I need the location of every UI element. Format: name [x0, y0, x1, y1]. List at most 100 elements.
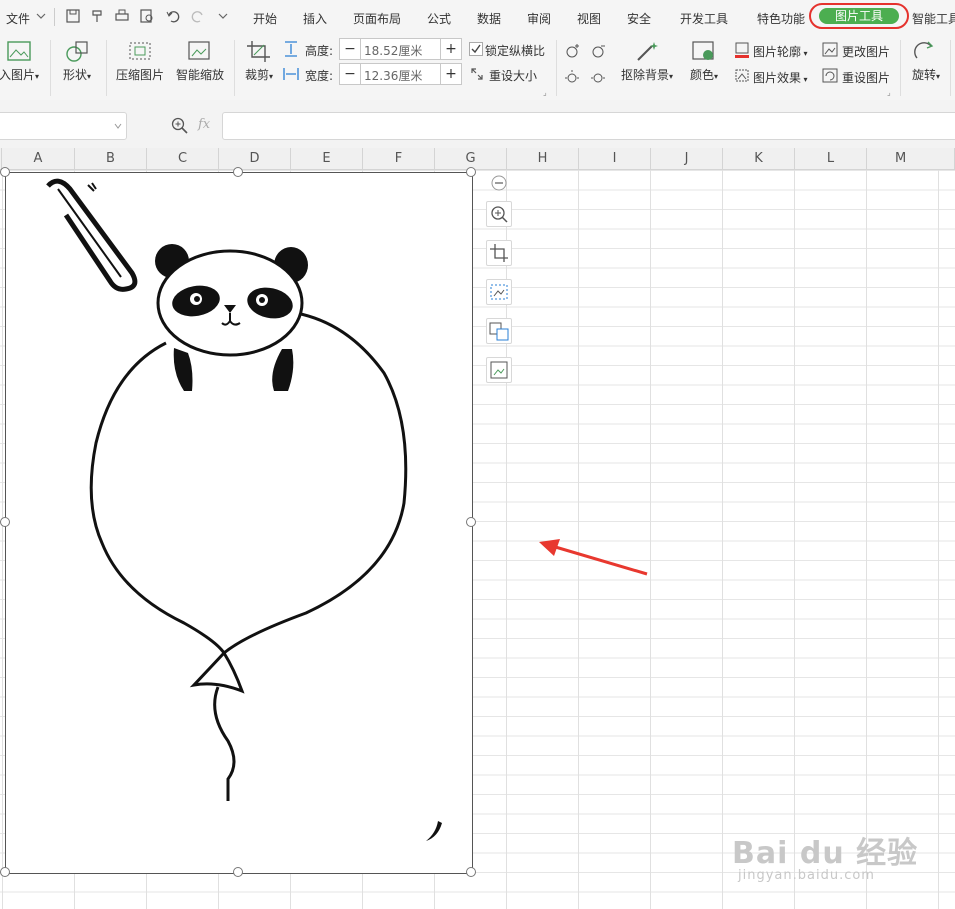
tab-data[interactable]: 数据	[477, 10, 501, 27]
side-convert-button[interactable]	[486, 318, 512, 344]
contrast-up-icon[interactable]	[564, 69, 580, 85]
picture-effect-button[interactable]: 图片效果 ▾	[753, 69, 808, 86]
watermark-main: Bai du 经验	[732, 836, 919, 871]
picture-dialog-launcher-icon[interactable]: ⌟	[887, 88, 891, 97]
resize-handle-bottom-left[interactable]	[0, 867, 10, 877]
fx-icon[interactable]: fx	[198, 117, 210, 132]
column-header-h[interactable]: H	[507, 148, 579, 170]
tab-security[interactable]: 安全	[627, 10, 651, 27]
column-header-m[interactable]: M	[867, 148, 955, 170]
change-picture-icon	[822, 42, 838, 57]
height-stepper[interactable]: − 18.52厘米 +	[339, 38, 462, 60]
chevron-down-icon[interactable]	[36, 12, 46, 20]
print-icon[interactable]	[115, 9, 129, 23]
corner-mark	[426, 821, 442, 841]
resize-handle-top-right[interactable]	[466, 167, 476, 177]
shape-label: 形状	[62, 68, 87, 82]
zoom-search-icon[interactable]	[171, 117, 189, 135]
format-painter-icon[interactable]	[90, 9, 104, 23]
height-increase-button[interactable]: +	[440, 39, 461, 59]
column-header-d[interactable]: D	[219, 148, 291, 170]
insert-picture-button[interactable]: 入图片▾	[0, 40, 44, 83]
rotate-label: 旋转	[911, 68, 936, 82]
resize-handle-top[interactable]	[233, 167, 243, 177]
balloon-knot	[189, 650, 245, 694]
side-zoom-button[interactable]	[486, 201, 512, 227]
width-value[interactable]: 12.36厘米	[364, 67, 422, 84]
compress-picture-button[interactable]: 压缩图片	[114, 40, 166, 83]
brightness-down-icon[interactable]	[590, 43, 606, 59]
image-replace-icon	[490, 361, 508, 379]
customize-chevron-icon[interactable]	[218, 12, 228, 20]
name-box[interactable]	[0, 112, 127, 140]
height-decrease-button[interactable]: −	[340, 39, 361, 59]
crop-icon	[247, 41, 270, 62]
resize-handle-right[interactable]	[466, 517, 476, 527]
column-header-f[interactable]: F	[363, 148, 435, 170]
shape-button[interactable]: 形状▾	[56, 40, 98, 83]
selected-picture[interactable]	[5, 172, 473, 874]
crop-button[interactable]: 裁剪▾	[240, 40, 278, 83]
width-increase-button[interactable]: +	[440, 64, 461, 84]
column-header-b[interactable]: B	[75, 148, 147, 170]
formula-input[interactable]	[222, 112, 955, 140]
tab-review[interactable]: 审阅	[527, 10, 551, 27]
picture-outline-button[interactable]: 图片轮廓 ▾	[753, 43, 808, 60]
smart-zoom-button[interactable]: 智能缩放	[174, 40, 226, 83]
brightness-up-icon[interactable]	[564, 43, 580, 59]
remove-bg-label: 抠除背景	[620, 68, 669, 82]
resize-handle-left[interactable]	[0, 517, 10, 527]
rotate-button[interactable]: 旋转▾	[906, 40, 946, 83]
smart-zoom-icon	[188, 41, 210, 60]
crop-label: 裁剪	[244, 68, 269, 82]
tab-page-layout[interactable]: 页面布局	[353, 10, 401, 27]
side-crop-button[interactable]	[486, 240, 512, 266]
lock-ratio-checkbox[interactable]	[469, 42, 483, 56]
smart-zoom-label: 智能缩放	[175, 68, 224, 82]
reset-size-button[interactable]: 重设大小	[489, 67, 537, 84]
redo-icon[interactable]	[191, 9, 205, 23]
column-header-l[interactable]: L	[795, 148, 867, 170]
file-menu[interactable]: 文件	[6, 10, 30, 27]
checkmark-icon	[471, 44, 481, 54]
height-value[interactable]: 18.52厘米	[364, 42, 422, 59]
contrast-down-icon[interactable]	[590, 69, 606, 85]
column-header-e[interactable]: E	[291, 148, 363, 170]
width-stepper[interactable]: − 12.36厘米 +	[339, 63, 462, 85]
column-header-k[interactable]: K	[723, 148, 795, 170]
undo-icon[interactable]	[166, 9, 180, 23]
save-icon[interactable]	[66, 9, 80, 23]
tab-formula[interactable]: 公式	[427, 10, 451, 27]
tab-insert[interactable]: 插入	[303, 10, 327, 27]
side-select-button[interactable]	[486, 279, 512, 305]
resize-handle-bottom[interactable]	[233, 867, 243, 877]
crop-icon	[490, 244, 508, 262]
resize-handle-top-left[interactable]	[0, 167, 10, 177]
reset-picture-button[interactable]: 重设图片	[842, 69, 890, 86]
collapse-toolbar-icon[interactable]	[491, 175, 507, 191]
resize-handle-bottom-right[interactable]	[466, 867, 476, 877]
print-preview-icon[interactable]	[140, 9, 154, 23]
annotation-arrow-icon	[539, 539, 648, 576]
tab-view[interactable]: 视图	[577, 10, 601, 27]
column-header-c[interactable]: C	[147, 148, 219, 170]
tab-home[interactable]: 开始	[253, 10, 277, 27]
reset-size-icon	[471, 68, 483, 80]
column-header-j[interactable]: J	[651, 148, 723, 170]
remove-background-button[interactable]: 抠除背景▾	[618, 40, 676, 83]
tab-developer[interactable]: 开发工具	[680, 10, 728, 27]
column-header-i[interactable]: I	[579, 148, 651, 170]
size-dialog-launcher-icon[interactable]: ⌟	[543, 88, 547, 97]
change-picture-button[interactable]: 更改图片	[842, 43, 890, 60]
tab-smart-tools[interactable]: 智能工具	[912, 10, 955, 27]
menu-bar: 文件 开始 插入 页面布局 公式 数据 审阅 视图 安全 开发工具 特色功能 图…	[0, 0, 955, 34]
chevron-down-icon[interactable]	[114, 122, 122, 130]
tab-picture-tools[interactable]: 图片工具	[809, 3, 909, 29]
width-decrease-button[interactable]: −	[340, 64, 361, 84]
color-button[interactable]: 颜色▾	[686, 40, 722, 83]
side-replace-button[interactable]	[486, 357, 512, 383]
balloon-outline	[89, 311, 408, 656]
column-header-a[interactable]: A	[2, 148, 75, 170]
tab-special-features[interactable]: 特色功能	[757, 10, 805, 27]
compress-label: 压缩图片	[115, 68, 164, 82]
